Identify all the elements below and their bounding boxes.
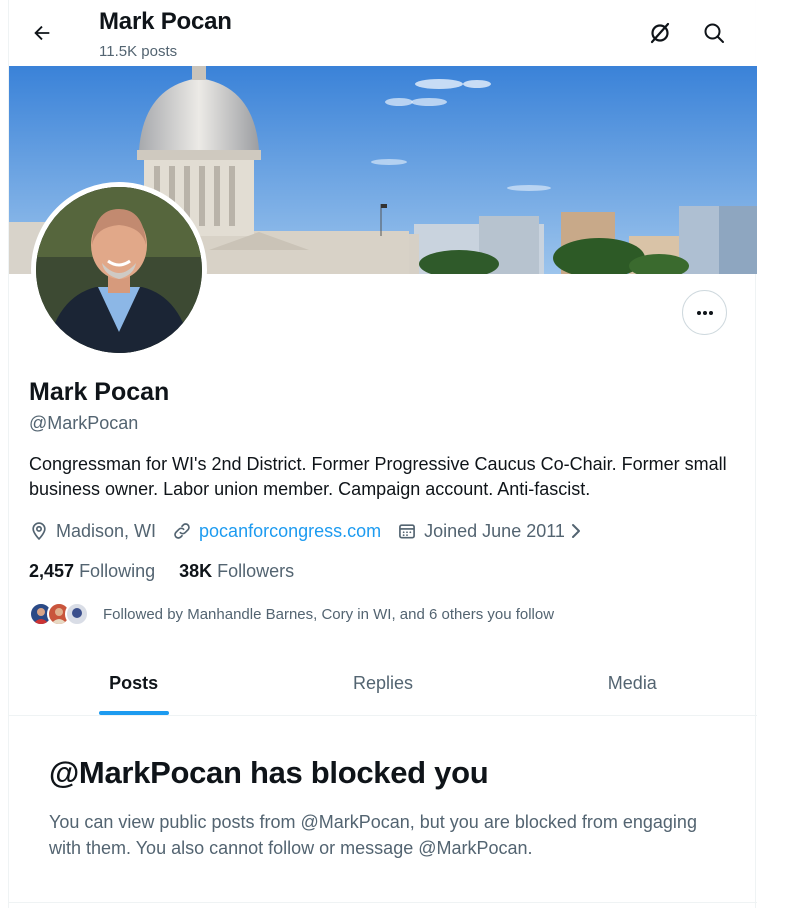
profile-name: Mark Pocan [29,378,170,406]
tab-media[interactable]: Media [508,652,757,715]
chevron-right-icon [571,524,580,538]
tab-label: Media [607,673,657,693]
website-link[interactable]: pocanforcongress.com [199,521,381,542]
profile-handle: @MarkPocan [29,413,139,433]
more-horizontal-icon [696,310,713,315]
profile-joined[interactable]: Joined June 2011 [397,521,590,542]
following-count: 2,457 [29,561,75,581]
joined-text: Joined June 2011 [424,520,565,541]
followers-label: Followers [217,561,295,581]
divider [9,902,757,903]
tab-label: Replies [352,673,413,693]
grok-icon [650,22,670,44]
blocked-notice: @MarkPocan has blocked you You can view … [49,755,709,861]
profile-location: Madison, WI [29,521,156,542]
following-label: Following [79,561,156,581]
profile-header-bar: Mark Pocan 11.5K posts [9,0,757,66]
profile-meta: Madison, WI pocanforcongress.com Joined … [29,518,606,544]
tab-label: Posts [109,673,159,693]
calendar-icon [399,524,416,539]
profile-bio: Congressman for WI's 2nd District. Forme… [29,454,727,499]
avatar [65,602,89,626]
more-options-button[interactable] [682,290,727,335]
arrow-left-icon [34,25,50,41]
location-text: Madison, WI [56,520,157,541]
follow-counts: 2,457 Following 38K Followers [29,561,318,582]
followers-count: 38K [179,561,213,581]
post-count: 11.5K posts [99,43,178,60]
profile-website: pocanforcongress.com [172,521,381,542]
location-pin-icon [32,522,46,541]
profile-avatar[interactable] [31,182,207,358]
back-button[interactable] [25,16,59,50]
header-title: Mark Pocan [99,8,232,35]
blocked-title: @MarkPocan has blocked you [49,755,489,790]
blocked-description: You can view public posts from @MarkPoca… [49,812,697,858]
followers-link[interactable]: 38K Followers [179,561,294,582]
search-icon [704,23,724,43]
tab-posts[interactable]: Posts [9,652,258,715]
active-tab-indicator [98,711,169,715]
following-link[interactable]: 2,457 Following [29,561,155,582]
profile-tabs: Posts Replies Media [9,652,757,716]
grok-button[interactable] [643,16,677,50]
link-icon [174,523,190,539]
followers-you-know[interactable]: Followed by Manhandle Barnes, Cory in WI… [29,598,554,630]
tab-replies[interactable]: Replies [258,652,507,715]
follower-avatars [29,600,95,628]
search-button[interactable] [697,16,731,50]
profile-column: Mark Pocan 11.5K posts Mark Pocan @MarkP… [8,0,757,908]
followed-by-text: Followed by Manhandle Barnes, Cory in WI… [103,605,555,623]
